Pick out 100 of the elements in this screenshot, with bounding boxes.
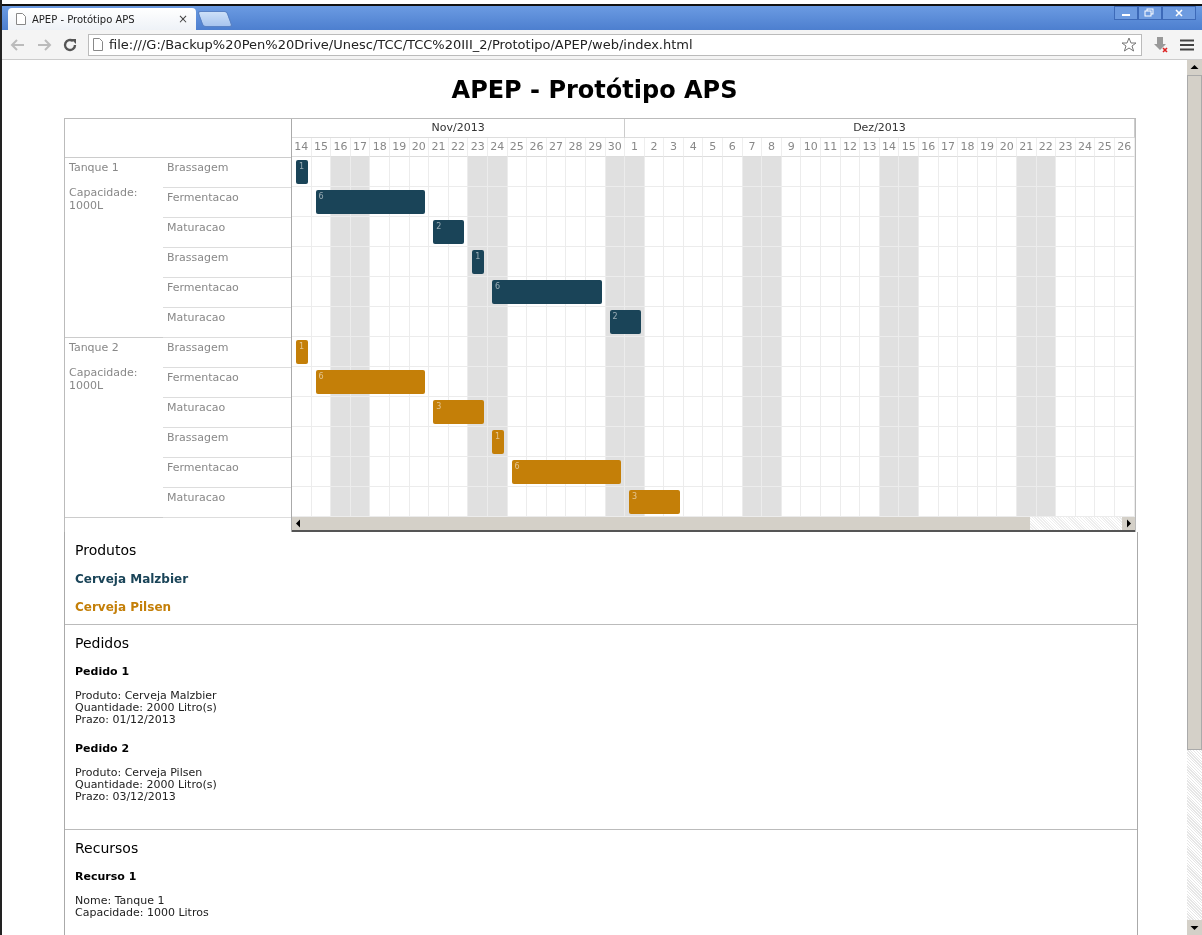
minimize-icon[interactable] (1114, 6, 1138, 20)
day-label: 28 (568, 140, 583, 153)
task-label: Brassagem (167, 251, 229, 264)
day-label: 19 (392, 140, 407, 153)
task-label: Maturacao (167, 311, 226, 324)
day-label: 20 (411, 140, 426, 153)
download-icon[interactable] (1152, 35, 1170, 54)
day-label: 3 (670, 140, 678, 153)
day-label: 22 (451, 140, 466, 153)
day-label: 11 (823, 140, 838, 153)
close-icon[interactable] (1162, 6, 1196, 20)
day-label: 22 (1038, 140, 1053, 153)
day-label: 23 (470, 140, 485, 153)
reload-icon[interactable] (62, 36, 78, 53)
new-tab-button[interactable] (197, 11, 233, 27)
resource-name: Tanque 2 (69, 341, 120, 354)
day-label: 24 (490, 140, 505, 153)
task-label: Fermentacao (167, 191, 239, 204)
task-label: Brassagem (167, 161, 229, 174)
resource-detail: Nome: Tanque 1 (75, 895, 166, 907)
tab-title: APEP - Protótipo APS (32, 13, 136, 25)
day-label: 24 (1078, 140, 1093, 153)
day-label: 8 (768, 140, 776, 153)
month-label: Nov/2013 (431, 121, 485, 134)
day-label: 23 (1058, 140, 1073, 153)
day-label: 2 (650, 140, 658, 153)
product-name: Cerveja Malzbier (75, 572, 190, 586)
day-label: 14 (882, 140, 897, 153)
task-label: Maturacao (167, 491, 226, 504)
day-label: 30 (607, 140, 622, 153)
resource-title: Recurso 1 (75, 870, 138, 883)
resource-detail: Capacidade: 1000 Litros (75, 907, 210, 919)
task-label: Maturacao (167, 221, 226, 234)
task-bar[interactable]: 6 (315, 190, 426, 214)
page-icon (93, 38, 103, 51)
menu-icon[interactable] (1180, 38, 1194, 51)
restore-icon[interactable] (1138, 6, 1162, 20)
scrollbar-thumb[interactable] (305, 517, 1030, 530)
month-label: Dez/2013 (853, 121, 906, 134)
scroll-up-icon[interactable] (1187, 60, 1202, 75)
day-label: 18 (372, 140, 387, 153)
day-label: 21 (431, 140, 446, 153)
browser-tab[interactable]: APEP - Protótipo APS × (8, 8, 196, 30)
day-label: 4 (689, 140, 697, 153)
day-label: 20 (999, 140, 1014, 153)
task-bar[interactable]: 6 (491, 280, 602, 304)
section-heading: Produtos (75, 542, 138, 558)
day-label: 7 (748, 140, 756, 153)
resource-capacity: Capacidade: 1000L (69, 186, 139, 212)
section-heading: Recursos (75, 840, 140, 856)
task-label: Fermentacao (167, 281, 239, 294)
day-label: 9 (787, 140, 795, 153)
day-label: 25 (509, 140, 524, 153)
order-detail: Produto: Cerveja Malzbier (75, 690, 218, 702)
resource-name: Tanque 1 (69, 161, 120, 174)
day-label: 12 (842, 140, 857, 153)
day-label: 26 (1117, 140, 1132, 153)
order-title: Pedido 2 (75, 742, 131, 755)
order-detail: Quantidade: 2000 Litro(s) (75, 779, 218, 791)
day-label: 16 (921, 140, 936, 153)
task-label: Maturacao (167, 401, 226, 414)
day-label: 17 (353, 140, 368, 153)
day-label: 19 (980, 140, 995, 153)
scroll-left-icon[interactable] (292, 517, 305, 530)
day-label: 5 (709, 140, 717, 153)
resource-capacity: Capacidade: 1000L (69, 366, 139, 392)
task-label: Fermentacao (167, 371, 239, 384)
scroll-right-icon[interactable] (1122, 517, 1135, 530)
day-label: 16 (333, 140, 348, 153)
day-label: 15 (313, 140, 328, 153)
day-label: 17 (940, 140, 955, 153)
order-detail: Prazo: 03/12/2013 (75, 791, 177, 803)
day-label: 29 (588, 140, 603, 153)
order-detail: Prazo: 01/12/2013 (75, 714, 177, 726)
day-label: 21 (1019, 140, 1034, 153)
star-icon[interactable] (1121, 36, 1137, 53)
day-label: 14 (294, 140, 309, 153)
task-label: Brassagem (167, 341, 229, 354)
day-label: 26 (529, 140, 544, 153)
scrollbar-thumb[interactable] (1187, 75, 1202, 750)
close-tab-button[interactable]: × (177, 12, 188, 26)
task-bar[interactable]: 2 (609, 310, 641, 334)
day-label: 25 (1097, 140, 1112, 153)
scroll-down-icon[interactable] (1187, 920, 1202, 935)
task-label: Fermentacao (167, 461, 239, 474)
day-label: 10 (803, 140, 818, 153)
task-bar[interactable]: 2 (433, 220, 465, 244)
day-label: 1 (630, 140, 638, 153)
order-detail: Quantidade: 2000 Litro(s) (75, 702, 218, 714)
product-name: Cerveja Pilsen (75, 600, 173, 614)
section-heading: Pedidos (75, 635, 131, 651)
task-bar[interactable]: 1 (472, 250, 484, 274)
day-label: 13 (862, 140, 877, 153)
day-label: 18 (960, 140, 975, 153)
day-label: 6 (728, 140, 736, 153)
address-bar[interactable]: file:///G:/Backup%20Pen%20Drive/Unesc/TCC/TCC%20III_2/Prototipo/APEP/web/index.html (88, 33, 1142, 56)
day-label: 15 (901, 140, 916, 153)
page-icon (16, 13, 26, 25)
task-bar[interactable]: 1 (296, 160, 308, 184)
day-label: 27 (549, 140, 563, 153)
